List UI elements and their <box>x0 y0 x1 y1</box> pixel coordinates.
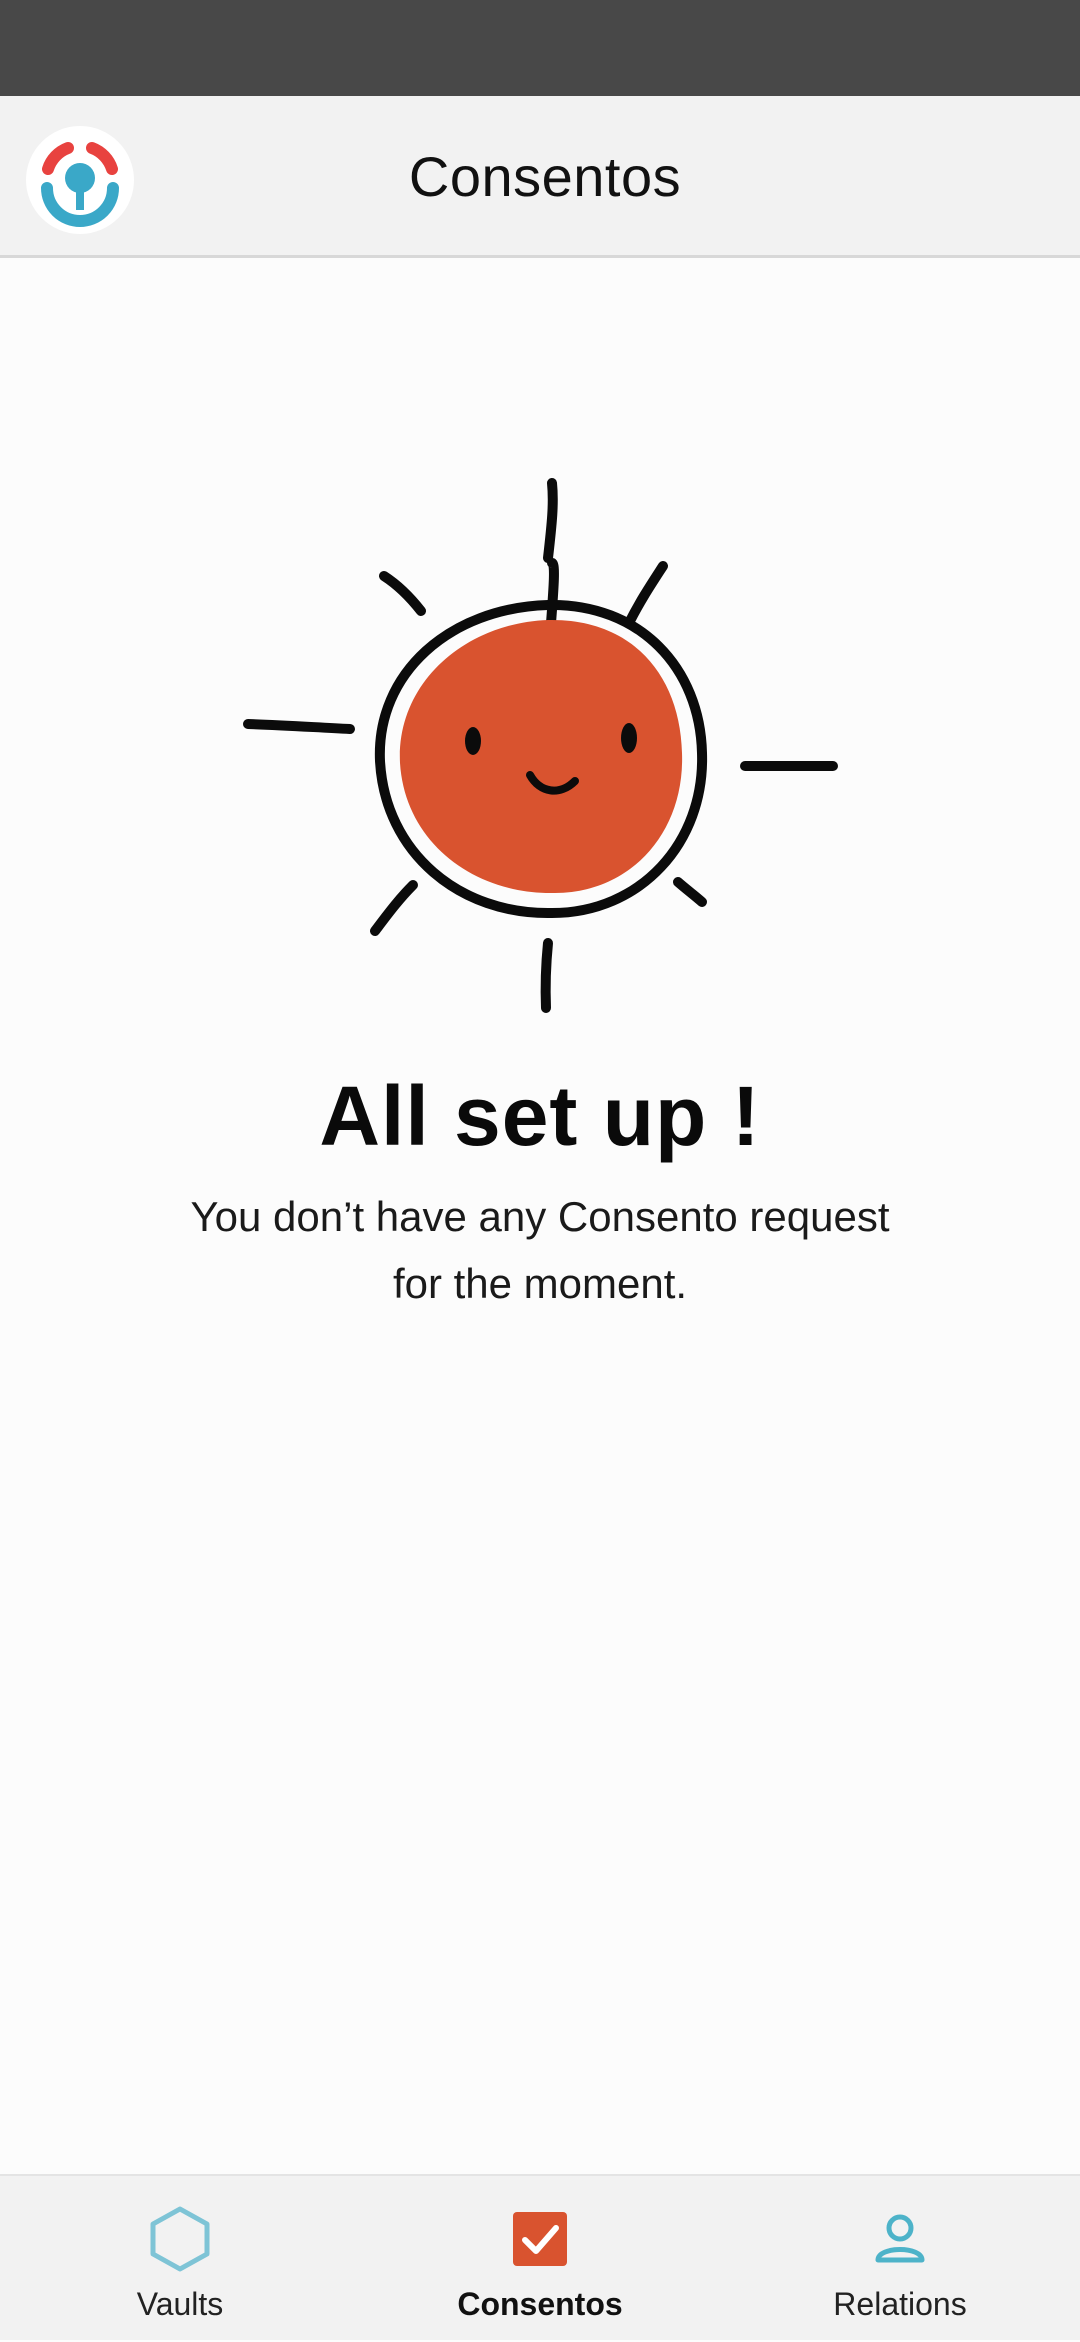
nav-label-vaults: Vaults <box>136 2286 224 2322</box>
empty-state-message: You don’t have any Consento request for … <box>190 1193 890 1307</box>
page-title: Consentos <box>408 145 682 208</box>
status-bar <box>0 0 1080 96</box>
empty-state-title: All set up ! <box>319 1069 761 1163</box>
consentos-empty-view: All set up ! You don’t have any Consento… <box>0 258 1080 2174</box>
bottom-navigation: Vaults Consentos Relations <box>0 2174 1080 2340</box>
nav-tab-vaults[interactable]: Vaults <box>0 2176 360 2342</box>
app-bar: Consentos <box>0 96 1080 258</box>
hexagon-icon <box>150 2206 210 2272</box>
person-icon <box>875 2214 925 2263</box>
nav-tab-consentos[interactable]: Consentos <box>360 2176 720 2342</box>
consento-logo-icon[interactable] <box>26 126 134 234</box>
nav-label-consentos: Consentos <box>457 2286 623 2322</box>
nav-tab-relations[interactable]: Relations <box>720 2176 1080 2342</box>
smiling-sun-icon <box>243 478 838 1013</box>
nav-label-relations: Relations <box>833 2286 967 2322</box>
checkbox-checked-icon <box>513 2212 567 2266</box>
